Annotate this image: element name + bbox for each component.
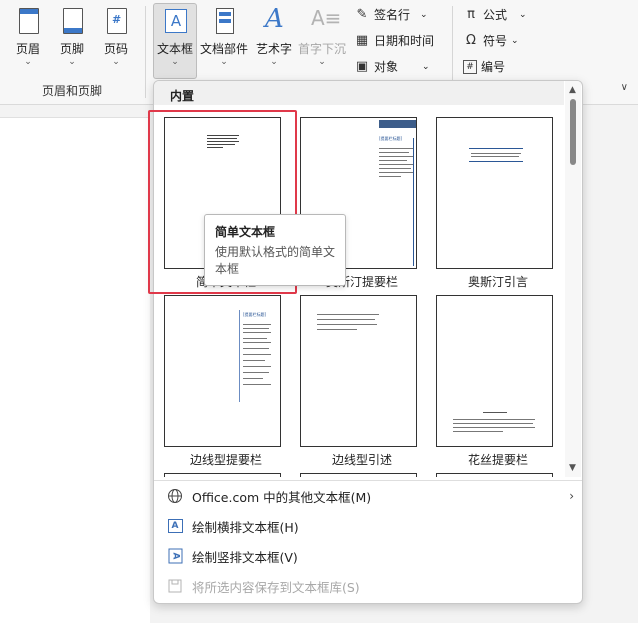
chevron-right-icon: › bbox=[569, 489, 574, 503]
tile-thumbnail bbox=[300, 473, 417, 477]
tile-thumbnail bbox=[436, 473, 553, 477]
page-number-icon: # bbox=[99, 4, 133, 38]
signature-line-button[interactable]: ✎ 签名行 ⌄ bbox=[354, 6, 428, 23]
quick-parts-button[interactable]: 文档部件 ⌄ bbox=[199, 4, 249, 67]
menu-item-label: 绘制竖排文本框(V) bbox=[192, 549, 298, 565]
textbox-icon: A bbox=[158, 4, 192, 38]
textbox-label: 文本框 bbox=[156, 42, 193, 56]
header-button[interactable]: 页眉 ⌄ bbox=[8, 4, 48, 67]
menu-item-more-textboxes[interactable]: Office.com 中的其他文本框(M) › bbox=[154, 481, 582, 511]
footer-label: 页脚 bbox=[59, 42, 84, 56]
quick-parts-icon bbox=[207, 4, 241, 38]
omega-icon: Ω bbox=[466, 33, 476, 48]
drop-cap-icon: A≡ bbox=[311, 6, 342, 30]
document-page[interactable] bbox=[0, 117, 150, 623]
textbox-button[interactable]: A 文本框 ⌄ bbox=[153, 3, 197, 79]
tooltip-description: 使用默认格式的简单文本框 bbox=[215, 245, 336, 276]
tile-thumbnail bbox=[300, 295, 417, 447]
signature-line-label: 签名行 bbox=[374, 8, 411, 22]
horizontal-textbox-icon: A bbox=[166, 517, 184, 535]
equation-button[interactable]: π 公式 ⌄ bbox=[463, 6, 527, 23]
collapse-ribbon-icon[interactable]: ∨ bbox=[621, 82, 628, 93]
header-icon bbox=[11, 4, 45, 38]
tile-label: 边线型提要栏 bbox=[189, 453, 262, 467]
group-label-header-footer: 页眉和页脚 bbox=[42, 84, 103, 98]
number-button[interactable]: # 编号 bbox=[463, 58, 505, 75]
symbol-button[interactable]: Ω 符号 ⌄ bbox=[463, 32, 519, 49]
menu-item-save-selection[interactable]: 将所选内容保存到文本框库(S) bbox=[154, 571, 582, 601]
header-label: 页眉 bbox=[15, 42, 40, 56]
scroll-up-icon[interactable]: ▲ bbox=[569, 85, 576, 95]
chevron-down-icon: ⌄ bbox=[24, 57, 32, 67]
footer-button[interactable]: 页脚 ⌄ bbox=[52, 4, 92, 67]
save-icon bbox=[166, 577, 184, 595]
symbol-label: 符号 bbox=[483, 34, 508, 48]
calendar-icon: ▦ bbox=[355, 33, 369, 48]
gallery-scrollbar[interactable]: ▲ ▼ bbox=[565, 81, 581, 477]
section-title: 内置 bbox=[154, 81, 564, 105]
textbox-menu: Office.com 中的其他文本框(M) › A 绘制横排文本框(H) A 绘… bbox=[154, 480, 582, 601]
number-label: 编号 bbox=[481, 60, 506, 74]
object-icon: ▣ bbox=[355, 59, 369, 74]
tile-thumbnail bbox=[436, 117, 553, 269]
number-icon: # bbox=[463, 59, 477, 74]
chevron-down-icon: ⌄ bbox=[112, 57, 120, 67]
group-separator bbox=[145, 6, 146, 98]
wordart-label: 艺术字 bbox=[255, 42, 292, 56]
wordart-icon: A bbox=[265, 4, 284, 34]
page-number-button[interactable]: # 页码 ⌄ bbox=[96, 4, 136, 67]
pi-icon: π bbox=[467, 7, 475, 22]
quick-parts-label: 文档部件 bbox=[199, 42, 248, 56]
footer-icon bbox=[55, 4, 89, 38]
signature-icon: ✎ bbox=[356, 7, 368, 22]
menu-item-draw-vertical[interactable]: A 绘制竖排文本框(V) bbox=[154, 541, 582, 571]
tile-label: 边线型引述 bbox=[331, 453, 392, 467]
menu-item-label: 绘制横排文本框(H) bbox=[192, 519, 299, 535]
chevron-down-icon: ⌄ bbox=[422, 61, 430, 72]
tooltip-title: 简单文本框 bbox=[215, 225, 276, 239]
tile-thumbnail bbox=[436, 295, 553, 447]
chevron-down-icon: ⌄ bbox=[220, 57, 228, 67]
chevron-down-icon: ⌄ bbox=[511, 35, 519, 46]
tile-thumbnail bbox=[164, 473, 281, 477]
wordart-button[interactable]: A 艺术字 ⌄ bbox=[253, 4, 295, 67]
drop-cap-button[interactable]: A≡ 首字下沉 ⌄ bbox=[298, 4, 346, 67]
chevron-down-icon: ⌄ bbox=[68, 57, 76, 67]
chevron-down-icon: ⌄ bbox=[270, 57, 278, 67]
tile-thumbnail: [提要栏标题] bbox=[164, 295, 281, 447]
object-label: 对象 bbox=[374, 60, 399, 74]
chevron-down-icon: ⌄ bbox=[519, 9, 527, 20]
chevron-down-icon: ⌄ bbox=[318, 57, 326, 67]
object-button[interactable]: ▣ 对象 ⌄ bbox=[354, 58, 430, 75]
scroll-down-icon[interactable]: ▼ bbox=[569, 463, 576, 473]
chevron-down-icon: ⌄ bbox=[171, 57, 179, 67]
menu-item-label: 将所选内容保存到文本框库(S) bbox=[192, 579, 360, 595]
vertical-textbox-icon: A bbox=[166, 547, 184, 565]
menu-item-draw-horizontal[interactable]: A 绘制横排文本框(H) bbox=[154, 511, 582, 541]
equation-label: 公式 bbox=[483, 8, 508, 22]
globe-icon bbox=[166, 487, 184, 505]
date-time-button[interactable]: ▦ 日期和时间 bbox=[354, 32, 434, 49]
chevron-down-icon: ⌄ bbox=[420, 9, 428, 20]
menu-item-label: Office.com 中的其他文本框(M) bbox=[192, 489, 372, 505]
scrollbar-thumb[interactable] bbox=[570, 99, 576, 165]
page-number-label: 页码 bbox=[103, 42, 128, 56]
tooltip: 简单文本框 使用默认格式的简单文本框 bbox=[204, 214, 346, 286]
tile-label: 奥斯汀引言 bbox=[467, 275, 528, 289]
drop-cap-label: 首字下沉 bbox=[298, 42, 347, 56]
date-time-label: 日期和时间 bbox=[374, 34, 435, 48]
tile-label: 花丝提要栏 bbox=[467, 453, 528, 467]
